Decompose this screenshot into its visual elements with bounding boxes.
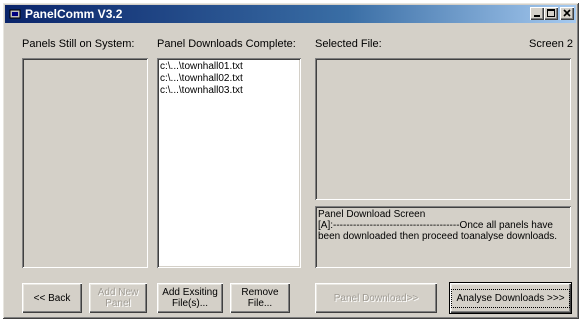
status-panel: Panel Download Screen [A]:--------------…: [315, 206, 571, 268]
panel-download-button[interactable]: Panel Download>>: [315, 283, 437, 313]
panels-on-system-list[interactable]: [22, 58, 148, 268]
analyse-downloads-label: Analyse Downloads >>>: [451, 288, 570, 308]
list-item[interactable]: c:\...\townhall02.txt: [157, 73, 301, 85]
panels-on-system-label: Panels Still on System:: [22, 38, 135, 50]
back-button[interactable]: << Back: [22, 283, 82, 313]
status-line: [A]:------------------------------------…: [318, 220, 553, 231]
remove-file-label: Remove File...: [241, 287, 279, 309]
downloads-complete-list[interactable]: c:\...\townhall01.txt c:\...\townhall02.…: [157, 58, 301, 268]
minimize-button[interactable]: [530, 7, 544, 20]
screen-label: Screen 2: [529, 38, 574, 50]
downloads-complete-label: Panel Downloads Complete:: [157, 38, 296, 50]
status-heading: Panel Download Screen: [318, 209, 426, 220]
add-existing-files-label: Add Exsiting File(s)...: [162, 287, 218, 309]
app-icon: [9, 9, 21, 19]
selected-file-view[interactable]: [315, 58, 571, 200]
remove-file-button[interactable]: Remove File...: [230, 283, 290, 313]
status-line: been downloaded then proceed toanalyse d…: [318, 231, 558, 242]
list-item[interactable]: c:\...\townhall03.txt: [157, 85, 301, 97]
analyse-downloads-button[interactable]: Analyse Downloads >>>: [449, 282, 572, 314]
add-new-panel-label: Add New Panel: [97, 287, 139, 309]
main-window: PanelComm V3.2 Panels Still on System: P…: [2, 2, 579, 319]
close-icon: [563, 9, 571, 17]
selected-file-label: Selected File:: [315, 38, 382, 50]
minimize-icon: [534, 15, 540, 17]
title-bar[interactable]: PanelComm V3.2: [5, 5, 576, 23]
add-existing-files-button[interactable]: Add Exsiting File(s)...: [157, 283, 223, 313]
window-title: PanelComm V3.2: [25, 7, 123, 21]
maximize-icon: [547, 9, 555, 17]
list-item[interactable]: c:\...\townhall01.txt: [157, 61, 301, 73]
close-button[interactable]: [560, 7, 574, 20]
maximize-button[interactable]: [544, 7, 558, 20]
add-new-panel-button[interactable]: Add New Panel: [89, 283, 147, 313]
